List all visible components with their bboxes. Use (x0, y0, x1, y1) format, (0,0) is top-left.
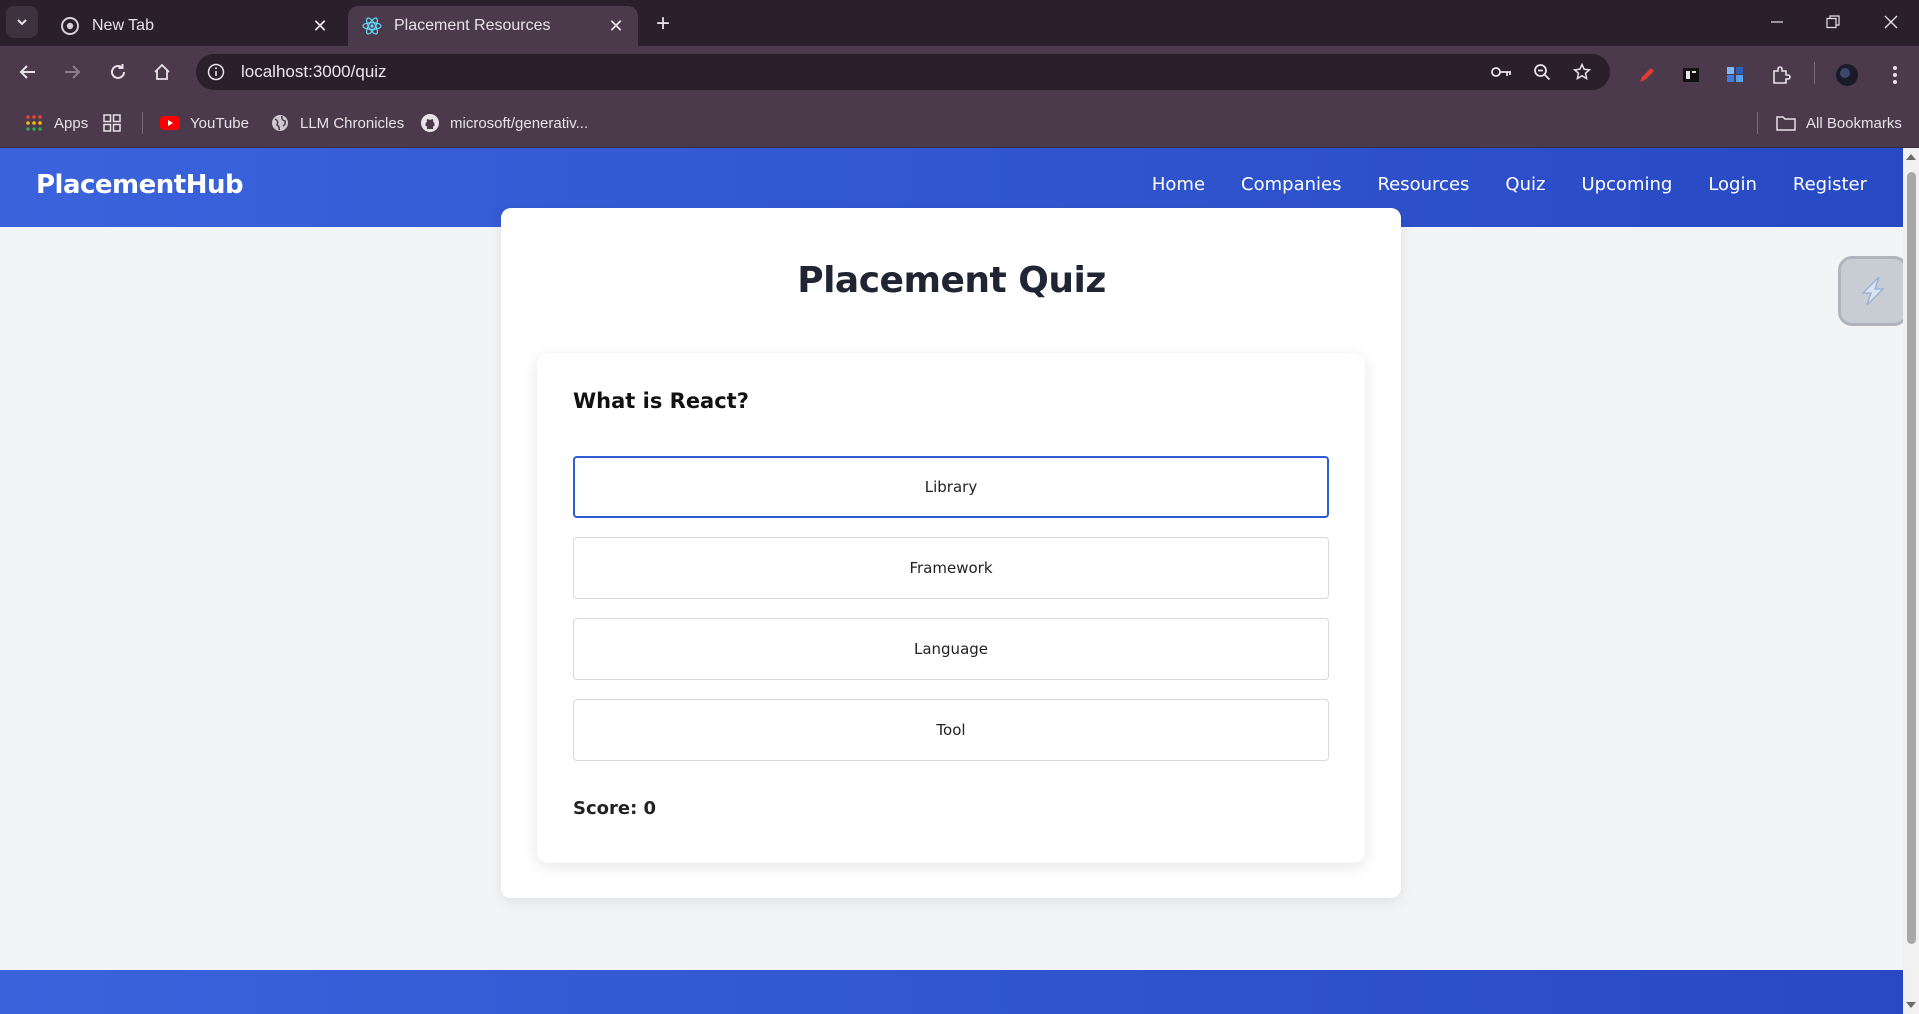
reload-icon (111, 64, 125, 79)
restore-button[interactable] (1810, 0, 1856, 44)
bookmark-label: microsoft/generativ... (450, 114, 589, 132)
back-button[interactable] (12, 56, 44, 88)
nav-resources[interactable]: Resources (1377, 174, 1469, 195)
github-icon (420, 113, 440, 133)
apps-grid-icon (24, 113, 44, 133)
option-library-button[interactable]: Library (573, 456, 1329, 518)
minimize-icon (1771, 21, 1783, 23)
tab-placement-resources[interactable]: Placement Resources ✕ (348, 6, 638, 46)
minimize-button[interactable] (1754, 0, 1800, 44)
toolbar-divider (1814, 62, 1815, 84)
page-viewport: PlacementHub Home Companies Resources Qu… (0, 148, 1903, 1014)
nav-login[interactable]: Login (1708, 174, 1757, 195)
folder-icon (1776, 113, 1796, 133)
address-bar[interactable]: localhost:3000/quiz (196, 54, 1610, 90)
bookmark-llm-chronicles[interactable]: LLM Chronicles (270, 110, 404, 136)
all-bookmarks-button[interactable]: All Bookmarks (1776, 110, 1902, 136)
star-icon[interactable] (1570, 60, 1594, 84)
bookmark-youtube[interactable]: YouTube (160, 110, 249, 136)
react-icon (362, 16, 382, 36)
main-nav: Home Companies Resources Quiz Upcoming L… (1152, 174, 1867, 195)
close-icon[interactable]: ✕ (606, 16, 626, 37)
question-text: What is React? (573, 389, 749, 413)
tab-groups-icon (102, 113, 122, 133)
option-framework-button[interactable]: Framework (573, 537, 1329, 599)
close-icon[interactable]: ✕ (310, 16, 330, 37)
bookmark-label: LLM Chronicles (300, 114, 405, 132)
restore-icon (1826, 15, 1840, 29)
bookmark-github[interactable]: microsoft/generativ... (420, 110, 588, 136)
profile-avatar[interactable] (1834, 62, 1860, 88)
site-info-icon[interactable] (204, 60, 228, 84)
nav-quiz[interactable]: Quiz (1505, 174, 1545, 195)
bookmark-apps[interactable]: Apps (24, 110, 88, 136)
browser-tab-bar: New Tab ✕ Placement Resources ✕ + (0, 0, 1919, 46)
nav-companies[interactable]: Companies (1241, 174, 1341, 195)
bookmarks-bar: Apps YouTube LLM Chronicles microsoft/ge… (0, 98, 1919, 148)
forward-button[interactable] (56, 56, 88, 88)
tab-new-tab[interactable]: New Tab ✕ (46, 6, 342, 46)
globe-icon (270, 113, 290, 133)
page-title: Placement Quiz (797, 260, 1106, 301)
home-icon (154, 63, 170, 80)
more-menu-icon[interactable] (1882, 62, 1908, 88)
tab-title: New Tab (92, 17, 154, 34)
bookmark-label: YouTube (190, 114, 249, 132)
new-tab-button[interactable]: + (648, 9, 678, 39)
chevron-down-icon (17, 19, 27, 26)
bookmarks-divider (142, 112, 143, 134)
reload-button[interactable] (102, 56, 134, 88)
tab-title: Placement Resources (394, 17, 551, 34)
floating-assistant-button[interactable] (1838, 256, 1903, 326)
question-card: What is React? Library Framework Languag… (537, 353, 1365, 863)
extensions-icon[interactable] (1768, 62, 1794, 88)
home-button[interactable] (146, 56, 178, 88)
chrome-icon (60, 16, 80, 36)
option-tool-button[interactable]: Tool (573, 699, 1329, 761)
nav-upcoming[interactable]: Upcoming (1581, 174, 1672, 195)
password-key-icon[interactable] (1490, 60, 1514, 84)
nav-home[interactable]: Home (1152, 174, 1205, 195)
brand-logo[interactable]: PlacementHub (36, 170, 244, 200)
browser-toolbar: localhost:3000/quiz (0, 46, 1919, 98)
scroll-up-icon[interactable] (1906, 152, 1916, 162)
zoom-icon[interactable] (1530, 60, 1554, 84)
close-window-button[interactable] (1868, 0, 1914, 44)
close-icon (1884, 15, 1898, 29)
page-scrollbar[interactable] (1903, 148, 1919, 1014)
url-text[interactable]: localhost:3000/quiz (241, 54, 387, 90)
nav-register[interactable]: Register (1793, 174, 1867, 195)
scroll-down-icon[interactable] (1906, 1000, 1916, 1010)
tab-search-button[interactable] (6, 6, 38, 38)
site-footer (0, 970, 1903, 1014)
bookmark-tab-groups[interactable] (102, 110, 132, 136)
scrollbar-thumb[interactable] (1907, 172, 1916, 944)
arrow-left-icon (19, 65, 35, 79)
score-label: Score: 0 (573, 798, 657, 819)
all-bookmarks-label: All Bookmarks (1806, 114, 1902, 132)
bookmarks-divider (1757, 112, 1758, 134)
youtube-icon (160, 113, 180, 133)
arrow-right-icon (65, 65, 81, 79)
pen-extension-icon[interactable] (1634, 62, 1660, 88)
option-language-button[interactable]: Language (573, 618, 1329, 680)
lightning-icon (1861, 276, 1885, 306)
puzzle-blocks-extension-icon[interactable] (1722, 62, 1748, 88)
reader-extension-icon[interactable] (1678, 62, 1704, 88)
bookmark-label: Apps (54, 114, 89, 132)
